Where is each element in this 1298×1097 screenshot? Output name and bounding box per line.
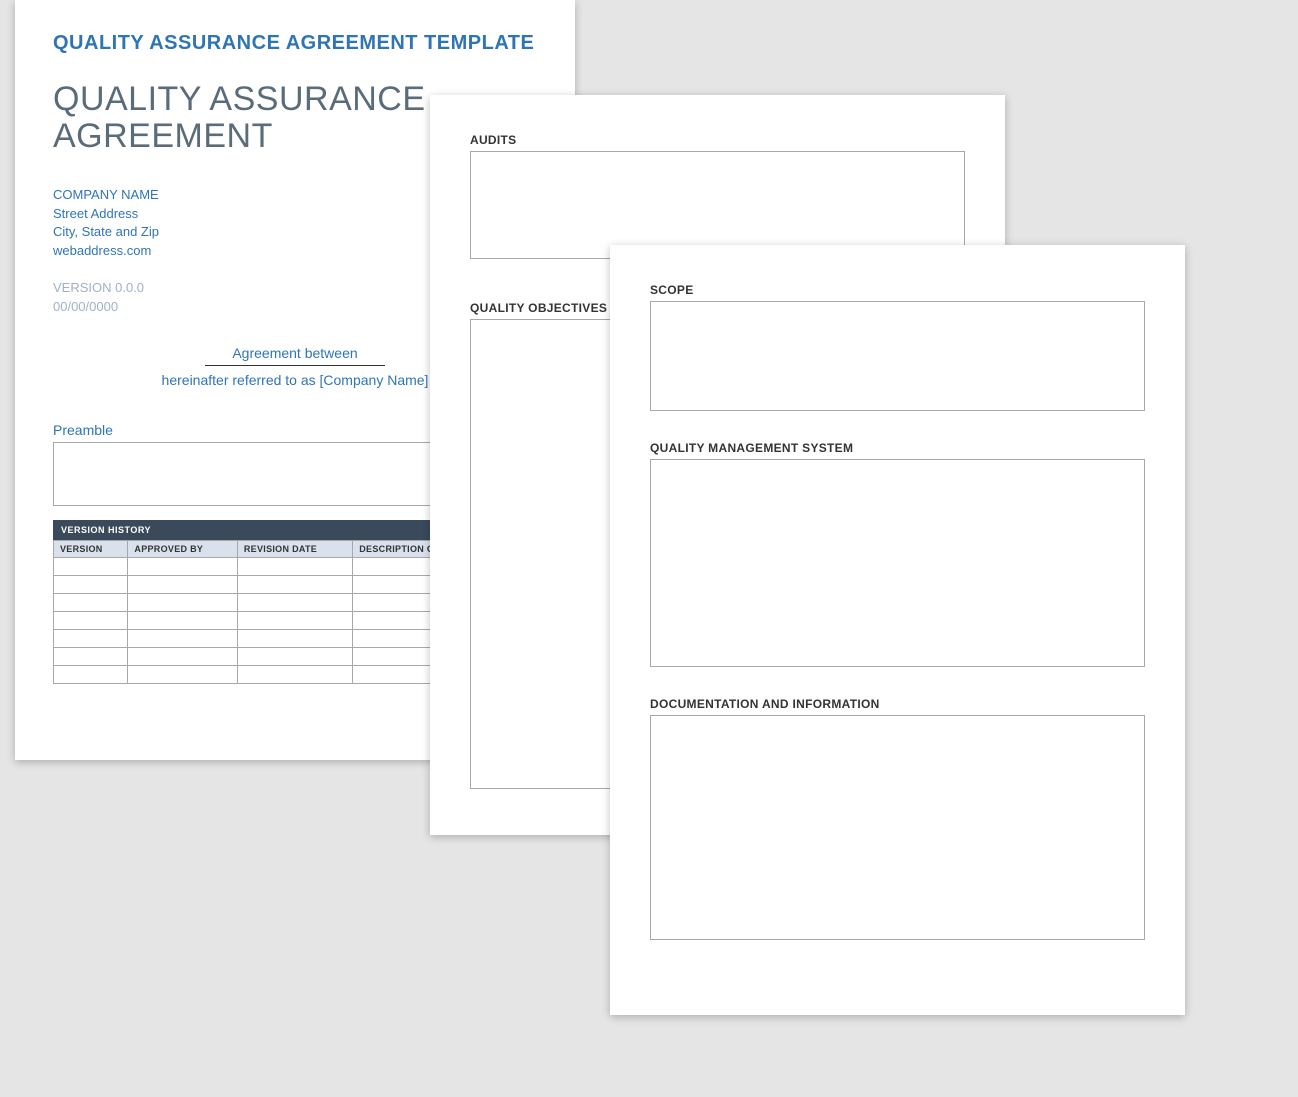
vh-cell[interactable] xyxy=(54,593,128,611)
page-3: SCOPE QUALITY MANAGEMENT SYSTEM DOCUMENT… xyxy=(610,245,1185,1015)
vh-column-header: REVISION DATE xyxy=(237,540,352,557)
signature-line[interactable] xyxy=(205,365,385,366)
audits-label: AUDITS xyxy=(470,133,965,147)
vh-cell[interactable] xyxy=(237,557,352,575)
vh-cell[interactable] xyxy=(128,593,237,611)
scope-input[interactable] xyxy=(650,301,1145,411)
vh-column-header: VERSION xyxy=(54,540,128,557)
vh-cell[interactable] xyxy=(54,575,128,593)
vh-cell[interactable] xyxy=(54,557,128,575)
vh-cell[interactable] xyxy=(128,575,237,593)
vh-cell[interactable] xyxy=(54,665,128,683)
vh-column-header: APPROVED BY xyxy=(128,540,237,557)
vh-cell[interactable] xyxy=(54,611,128,629)
scope-label: SCOPE xyxy=(650,283,1145,297)
vh-cell[interactable] xyxy=(54,629,128,647)
qms-label: QUALITY MANAGEMENT SYSTEM xyxy=(650,441,1145,455)
vh-cell[interactable] xyxy=(128,665,237,683)
vh-cell[interactable] xyxy=(237,629,352,647)
vh-cell[interactable] xyxy=(237,611,352,629)
template-title: QUALITY ASSURANCE AGREEMENT TEMPLATE xyxy=(53,32,537,55)
vh-cell[interactable] xyxy=(128,611,237,629)
vh-cell[interactable] xyxy=(237,647,352,665)
vh-cell[interactable] xyxy=(128,629,237,647)
vh-cell[interactable] xyxy=(237,665,352,683)
vh-cell[interactable] xyxy=(237,593,352,611)
audits-input[interactable] xyxy=(470,151,965,259)
vh-cell[interactable] xyxy=(237,575,352,593)
documentation-label: DOCUMENTATION AND INFORMATION xyxy=(650,697,1145,711)
qms-input[interactable] xyxy=(650,459,1145,667)
documentation-input[interactable] xyxy=(650,715,1145,940)
vh-cell[interactable] xyxy=(128,557,237,575)
vh-cell[interactable] xyxy=(128,647,237,665)
vh-cell[interactable] xyxy=(54,647,128,665)
